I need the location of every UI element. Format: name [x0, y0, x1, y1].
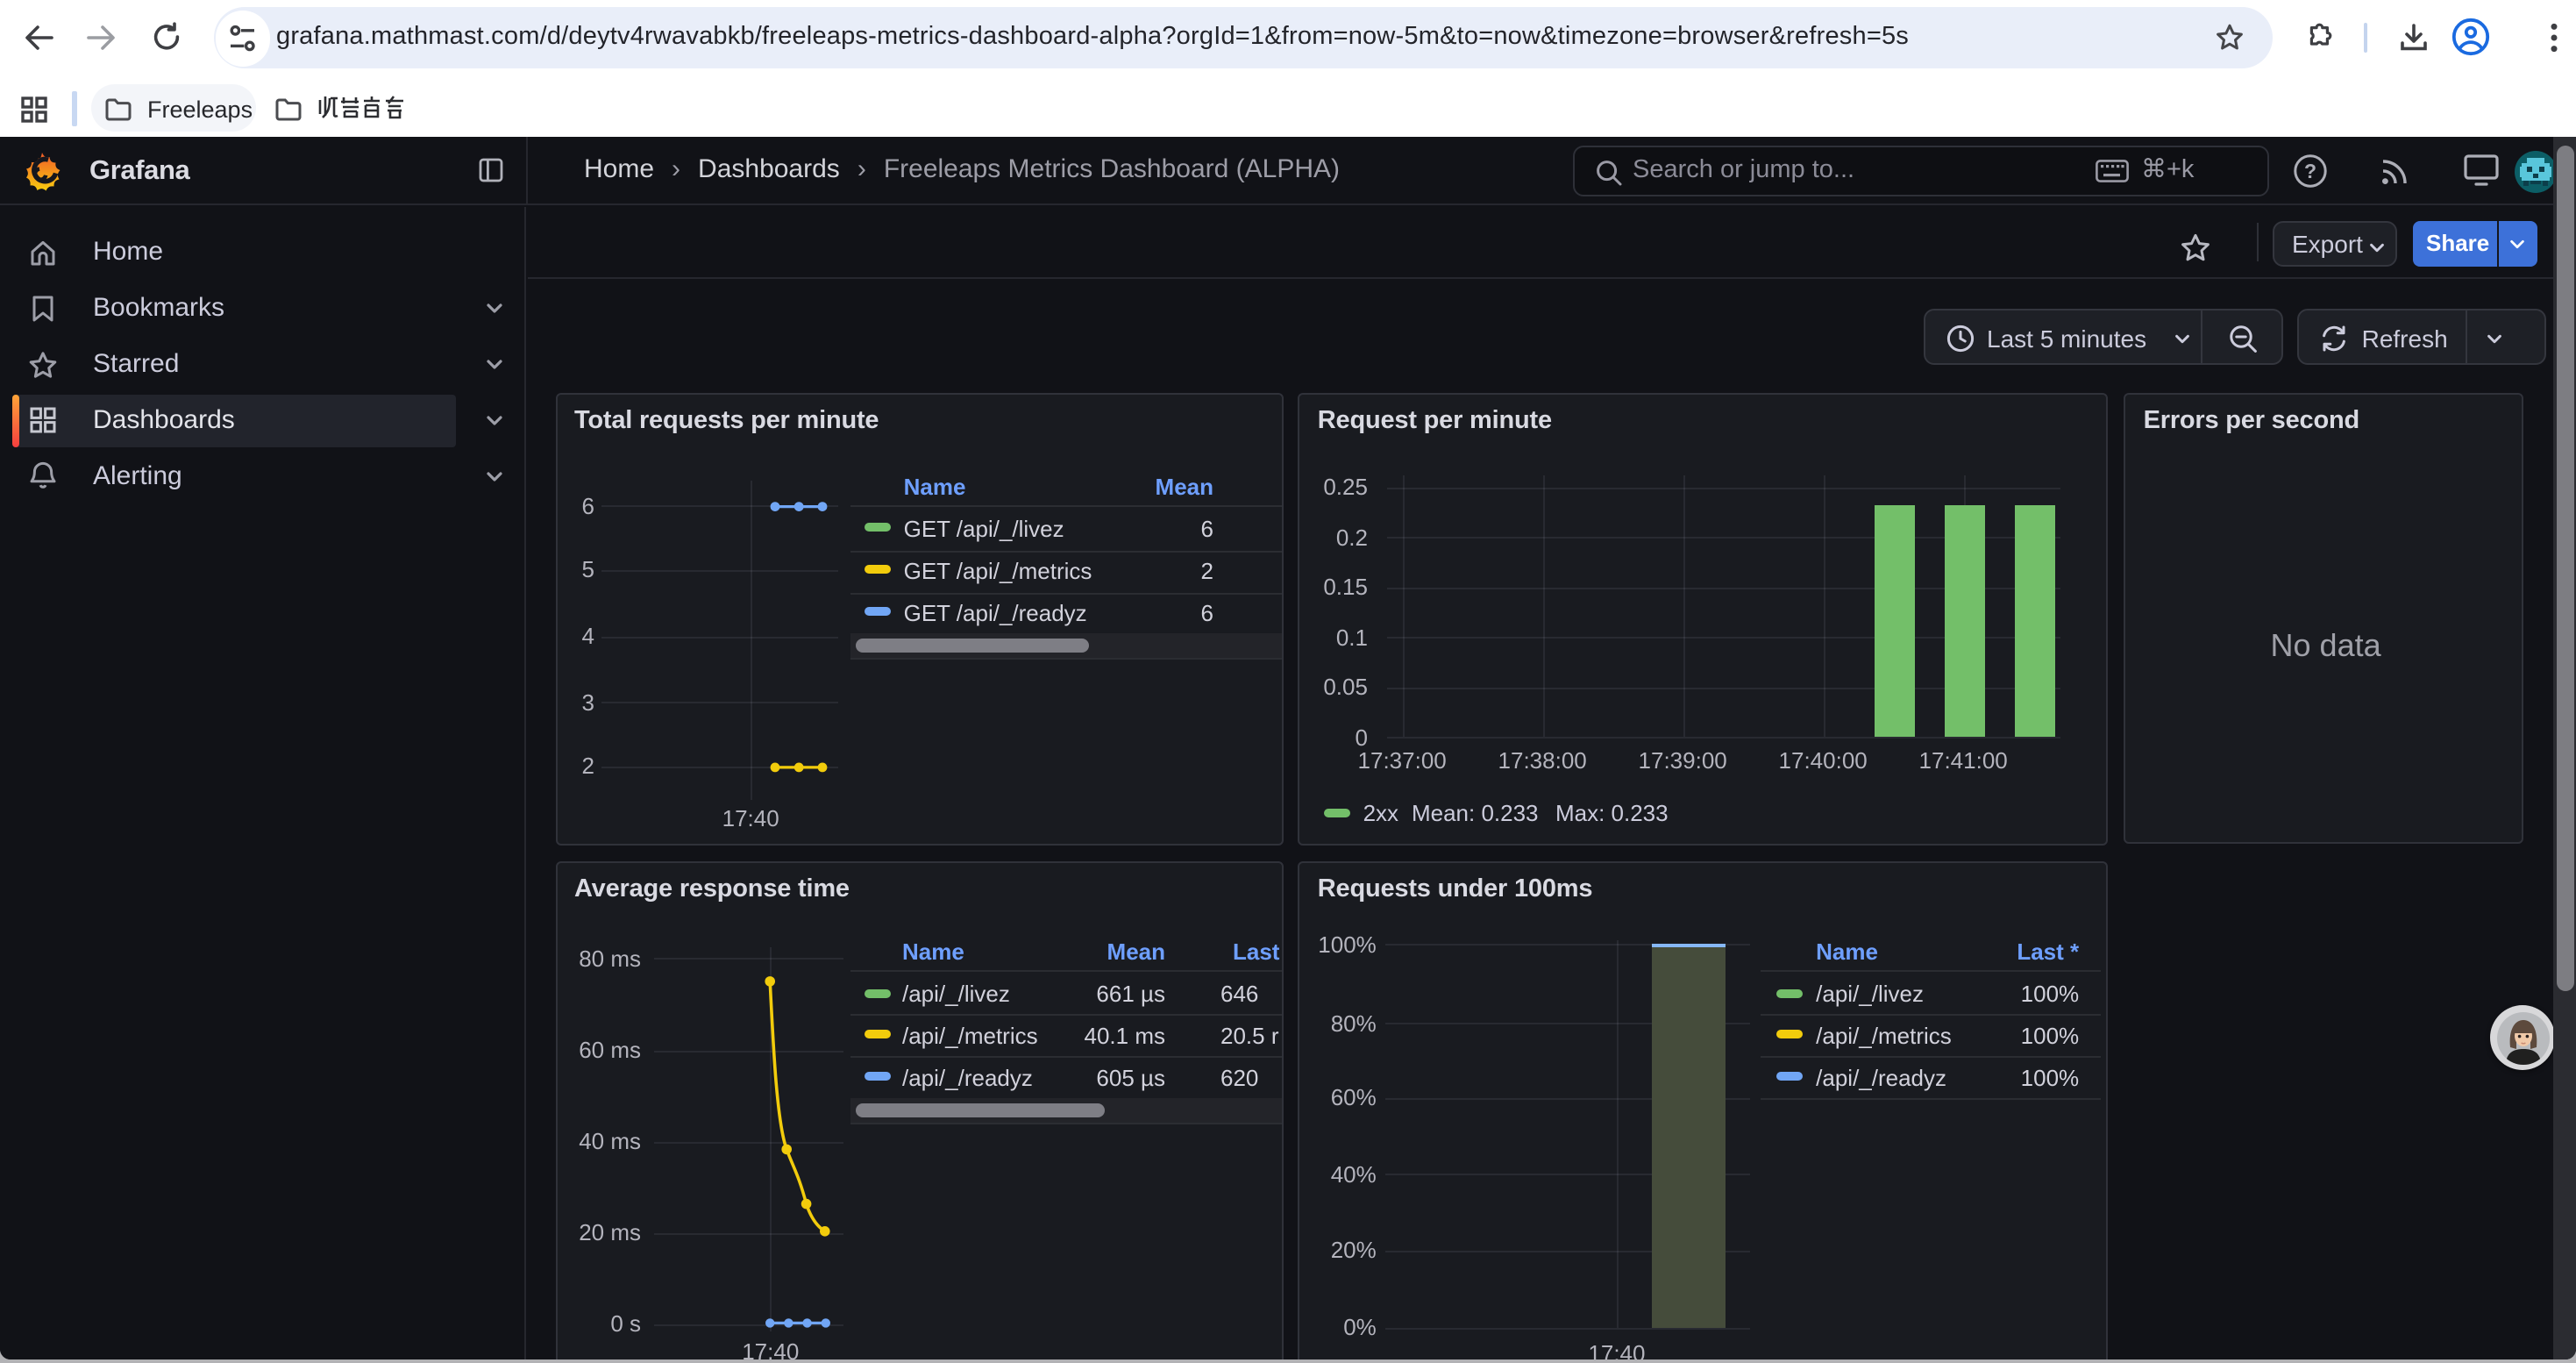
svg-text:?: ? — [2304, 159, 2316, 182]
